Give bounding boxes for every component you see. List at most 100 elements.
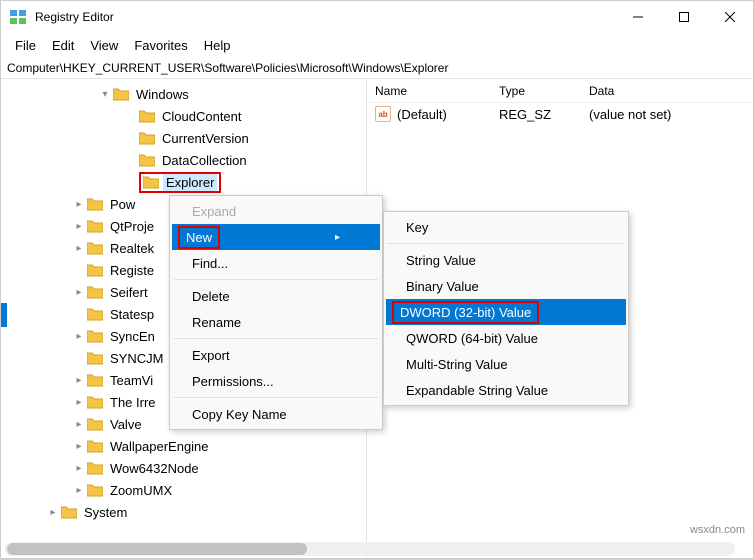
- ctx-copy-key-name[interactable]: Copy Key Name: [172, 401, 380, 427]
- column-name[interactable]: Name: [375, 84, 499, 98]
- ctx-export[interactable]: Export: [172, 342, 380, 368]
- sub-multistring-value[interactable]: Multi-String Value: [386, 351, 626, 377]
- address-bar[interactable]: Computer\HKEY_CURRENT_USER\Software\Poli…: [1, 57, 753, 79]
- tree-label: CurrentVersion: [159, 130, 252, 147]
- tree-item-system[interactable]: System: [1, 501, 366, 523]
- value-name-cell: ab (Default): [375, 106, 499, 122]
- folder-icon: [61, 505, 77, 519]
- sub-binary-value[interactable]: Binary Value: [386, 273, 626, 299]
- ctx-rename[interactable]: Rename: [172, 309, 380, 335]
- tree-item-cloudcontent[interactable]: CloudContent: [1, 105, 366, 127]
- tree-label: Pow: [107, 196, 138, 213]
- chevron-right-icon[interactable]: [71, 331, 87, 342]
- folder-icon: [113, 87, 129, 101]
- chevron-right-icon: ▸: [335, 232, 340, 243]
- menu-view[interactable]: View: [82, 35, 126, 56]
- string-value-icon: ab: [375, 106, 391, 122]
- chevron-right-icon[interactable]: [71, 485, 87, 496]
- highlight-box: New: [178, 226, 220, 249]
- tree-label: Explorer: [163, 174, 217, 191]
- close-button[interactable]: [707, 1, 753, 33]
- tree-item-currentversion[interactable]: CurrentVersion: [1, 127, 366, 149]
- chevron-right-icon[interactable]: [71, 375, 87, 386]
- sub-string-value[interactable]: String Value: [386, 247, 626, 273]
- chevron-down-icon[interactable]: [97, 89, 113, 100]
- sub-label: String Value: [406, 253, 476, 268]
- tree-label: DataCollection: [159, 152, 250, 169]
- sub-key[interactable]: Key: [386, 214, 626, 240]
- chevron-right-icon[interactable]: [71, 397, 87, 408]
- menubar: File Edit View Favorites Help: [1, 33, 753, 57]
- folder-icon: [139, 109, 155, 123]
- sub-label: Binary Value: [406, 279, 479, 294]
- sub-label: Expandable String Value: [406, 383, 548, 398]
- ctx-delete[interactable]: Delete: [172, 283, 380, 309]
- chevron-right-icon[interactable]: [71, 463, 87, 474]
- folder-icon: [87, 197, 103, 211]
- folder-icon: [87, 241, 103, 255]
- chevron-right-icon[interactable]: [71, 287, 87, 298]
- sub-label: QWORD (64-bit) Value: [406, 331, 538, 346]
- context-menu: Expand New ▸ Find... Delete Rename Expor…: [169, 195, 383, 430]
- address-text: Computer\HKEY_CURRENT_USER\Software\Poli…: [7, 61, 448, 75]
- tree-item-explorer[interactable]: Explorer: [1, 171, 366, 193]
- maximize-button[interactable]: [661, 1, 707, 33]
- sub-qword-value[interactable]: QWORD (64-bit) Value: [386, 325, 626, 351]
- folder-icon: [87, 439, 103, 453]
- ctx-label: Expand: [192, 204, 236, 219]
- ctx-label: New: [186, 230, 212, 245]
- menu-edit[interactable]: Edit: [44, 35, 82, 56]
- value-name: (Default): [397, 107, 447, 122]
- chevron-right-icon[interactable]: [71, 243, 87, 254]
- window-buttons: [615, 1, 753, 33]
- tree-item-wow6432node[interactable]: Wow6432Node: [1, 457, 366, 479]
- tree-label: ZoomUMX: [107, 482, 175, 499]
- tree-label: Registe: [107, 262, 157, 279]
- highlight-box: DWORD (32-bit) Value: [392, 301, 539, 324]
- value-row-default[interactable]: ab (Default) REG_SZ (value not set): [367, 103, 753, 125]
- value-data-cell: (value not set): [589, 107, 709, 122]
- tree-label: Realtek: [107, 240, 157, 257]
- menu-help[interactable]: Help: [196, 35, 239, 56]
- tree-label: Seifert: [107, 284, 151, 301]
- ctx-expand: Expand: [172, 198, 380, 224]
- ctx-find[interactable]: Find...: [172, 250, 380, 276]
- column-type[interactable]: Type: [499, 84, 589, 98]
- value-type-cell: REG_SZ: [499, 107, 589, 122]
- chevron-right-icon[interactable]: [71, 199, 87, 210]
- new-submenu: Key String Value Binary Value DWORD (32-…: [383, 211, 629, 406]
- folder-icon: [139, 153, 155, 167]
- tree-item-windows[interactable]: Windows: [1, 83, 366, 105]
- tree-item-wallpaperengine[interactable]: WallpaperEngine: [1, 435, 366, 457]
- ctx-label: Delete: [192, 289, 230, 304]
- list-header: Name Type Data: [367, 79, 753, 103]
- tree-label: Wow6432Node: [107, 460, 202, 477]
- tree-label: CloudContent: [159, 108, 245, 125]
- sub-expandable-value[interactable]: Expandable String Value: [386, 377, 626, 403]
- menu-separator: [174, 338, 378, 339]
- tree-item-zoomumx[interactable]: ZoomUMX: [1, 479, 366, 501]
- tree-item-datacollection[interactable]: DataCollection: [1, 149, 366, 171]
- tree-label: Windows: [133, 86, 192, 103]
- ctx-label: Permissions...: [192, 374, 274, 389]
- chevron-right-icon[interactable]: [71, 419, 87, 430]
- folder-icon: [87, 329, 103, 343]
- ctx-permissions[interactable]: Permissions...: [172, 368, 380, 394]
- folder-icon: [87, 483, 103, 497]
- minimize-button[interactable]: [615, 1, 661, 33]
- tree-label: System: [81, 504, 130, 521]
- sub-dword-value[interactable]: DWORD (32-bit) Value: [386, 299, 626, 325]
- folder-icon: [87, 351, 103, 365]
- menu-file[interactable]: File: [7, 35, 44, 56]
- horizontal-scrollbar[interactable]: [367, 542, 735, 556]
- folder-icon: [143, 175, 159, 189]
- ctx-new[interactable]: New ▸: [172, 224, 380, 250]
- column-data[interactable]: Data: [589, 84, 709, 98]
- chevron-right-icon[interactable]: [71, 221, 87, 232]
- sub-label: Key: [406, 220, 428, 235]
- chevron-right-icon[interactable]: [71, 441, 87, 452]
- chevron-right-icon[interactable]: [45, 507, 61, 518]
- titlebar: Registry Editor: [1, 1, 753, 33]
- menu-favorites[interactable]: Favorites: [126, 35, 195, 56]
- folder-icon: [87, 461, 103, 475]
